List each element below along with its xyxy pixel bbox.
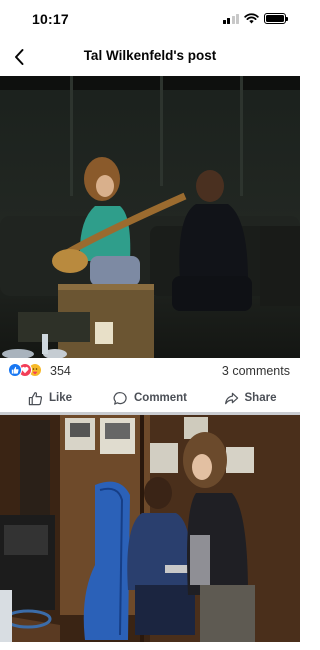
speech-bubble-icon: [113, 391, 127, 405]
comment-button[interactable]: Comment: [100, 385, 200, 411]
thumbs-up-reaction-icon: [8, 363, 22, 377]
post-header: Tal Wilkenfeld's post: [0, 38, 300, 76]
comment-label: Comment: [133, 392, 188, 404]
reactions-summary: 354 3 comments: [0, 360, 300, 382]
share-button[interactable]: Share: [200, 385, 300, 411]
photo-2-image: [0, 415, 300, 642]
photo-1-image: [0, 76, 300, 358]
status-bar: 10:17: [0, 0, 300, 38]
battery-icon: [264, 13, 288, 24]
bottom-strip: [0, 642, 300, 650]
share-label: Share: [244, 392, 277, 404]
status-icons: [222, 13, 288, 24]
status-time: 10:17: [32, 11, 69, 27]
post-photo-1[interactable]: [0, 76, 300, 358]
back-button[interactable]: [6, 44, 32, 70]
chevron-left-icon: [15, 49, 24, 65]
post-photo-2[interactable]: [0, 415, 300, 642]
cellular-signal-icon: [222, 13, 239, 24]
like-button[interactable]: Like: [0, 385, 100, 411]
share-arrow-icon: [224, 392, 238, 404]
reaction-count: 354: [50, 364, 71, 378]
page-title: Tal Wilkenfeld's post: [83, 48, 217, 63]
comments-count-link[interactable]: 3 comments: [222, 364, 290, 378]
post-action-bar: Like Comment Share: [0, 385, 300, 411]
thumbs-up-icon: [28, 391, 43, 405]
wifi-icon: [244, 13, 259, 24]
reaction-icons[interactable]: [8, 363, 42, 377]
like-label: Like: [48, 392, 72, 404]
